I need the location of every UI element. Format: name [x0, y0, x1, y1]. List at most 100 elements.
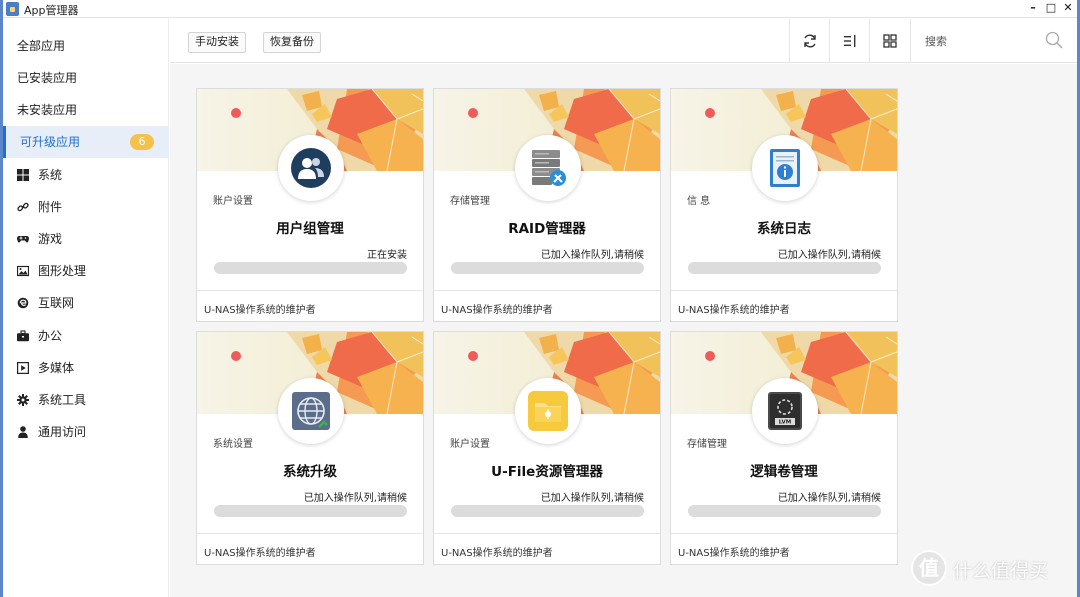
lvm-icon: LVM	[752, 378, 818, 444]
status-dot	[705, 351, 715, 361]
briefcase-icon	[17, 330, 29, 342]
install-status: 已加入操作队列,请稍候	[777, 493, 881, 504]
app-name: RAID管理器	[508, 221, 586, 237]
card-divider	[197, 290, 423, 291]
install-status: 已加入操作队列,请稍候	[540, 250, 644, 261]
minimize-icon[interactable]: –	[1026, 1, 1040, 15]
refresh-icon[interactable]	[789, 19, 829, 63]
globe-icon	[278, 378, 344, 444]
app-card-1[interactable]: 账户设置 用户组管理 正在安装 U-NAS操作系统的维护者	[196, 88, 424, 322]
sidebar-item-label: 图形处理	[38, 264, 87, 278]
app-category: 账户设置	[213, 196, 253, 207]
sidebar-item-internet[interactable]: 互联网	[3, 287, 169, 319]
sidebar-item-upgradable[interactable]: 可升级应用 6	[3, 126, 169, 158]
restore-backup-button[interactable]: 恢复备份	[263, 32, 321, 53]
list-view-icon[interactable]	[829, 19, 869, 63]
sidebar-item-label: 已安装应用	[17, 71, 78, 85]
user-group-icon	[278, 135, 344, 201]
status-dot	[705, 108, 715, 118]
sidebar-item-installed[interactable]: 已安装应用	[3, 62, 169, 94]
install-status: 正在安装	[367, 250, 407, 261]
status-dot	[468, 108, 478, 118]
log-icon	[752, 135, 818, 201]
sidebar-item-label: 系统工具	[38, 393, 87, 407]
progress-bar	[451, 505, 644, 517]
app-maintainer: U-NAS操作系统的维护者	[678, 548, 790, 559]
watermark-logo: 值	[911, 550, 947, 586]
install-status: 已加入操作队列,请稍候	[540, 493, 644, 504]
app-maintainer: U-NAS操作系统的维护者	[441, 548, 553, 559]
window-title: App管理器	[24, 4, 79, 17]
progress-bar	[688, 505, 881, 517]
install-status: 已加入操作队列,请稍候	[303, 493, 407, 504]
play-icon	[17, 362, 30, 375]
watermark-text: 什么值得买	[953, 560, 1049, 582]
maximize-icon[interactable]: □	[1044, 1, 1058, 15]
app-name: U-File资源管理器	[491, 464, 603, 480]
toolbar: 手动安装 恢复备份	[170, 19, 1077, 63]
close-icon[interactable]: ✕	[1061, 1, 1075, 15]
app-card-5[interactable]: 账户设置 U-File资源管理器 已加入操作队列,请稍候 U-NAS操作系统的维…	[433, 331, 661, 565]
app-category: 存储管理	[687, 439, 727, 450]
card-divider	[434, 533, 660, 534]
app-card-4[interactable]: 系统设置 系统升级 已加入操作队列,请稍候 U-NAS操作系统的维护者	[196, 331, 424, 565]
watermark: 值 什么值得买	[911, 550, 1080, 590]
app-category: 账户设置	[450, 439, 490, 450]
status-dot	[231, 108, 241, 118]
sidebar-item-universal-access[interactable]: 通用访问	[3, 416, 169, 448]
sidebar-item-accessories[interactable]: 附件	[3, 191, 169, 223]
sidebar-item-label: 附件	[38, 200, 63, 214]
sidebar-item-all-apps[interactable]: 全部应用	[3, 30, 169, 62]
manual-install-button[interactable]: 手动安装	[188, 32, 246, 53]
app-manager-icon	[6, 2, 19, 16]
sidebar-item-games[interactable]: 游戏	[3, 223, 169, 255]
sidebar-item-label: 可升级应用	[20, 135, 81, 149]
sidebar-item-label: 未安装应用	[17, 103, 78, 117]
link-icon	[17, 201, 29, 213]
gamepad-icon	[17, 233, 29, 245]
app-maintainer: U-NAS操作系统的维护者	[204, 305, 316, 316]
title-bar: App管理器 – □ ✕	[3, 0, 1077, 18]
progress-bar	[451, 262, 644, 274]
app-category: 存储管理	[450, 196, 490, 207]
windows-icon	[17, 169, 29, 181]
sidebar-item-not-installed[interactable]: 未安装应用	[3, 94, 169, 126]
app-card-2[interactable]: 存储管理 RAID管理器 已加入操作队列,请稍候 U-NAS操作系统的维护者	[433, 88, 661, 322]
search-input[interactable]	[925, 32, 1040, 50]
sidebar-item-graphics[interactable]: 图形处理	[3, 255, 169, 287]
gear-icon	[17, 394, 29, 406]
status-dot	[231, 351, 241, 361]
app-maintainer: U-NAS操作系统的维护者	[441, 305, 553, 316]
app-card-6[interactable]: LVM 存储管理 逻辑卷管理 已加入操作队列,请稍候 U-NAS操作系统的维护者	[670, 331, 898, 565]
sidebar-item-multimedia[interactable]: 多媒体	[3, 352, 169, 384]
app-category: 信 息	[687, 196, 711, 207]
card-divider	[671, 533, 897, 534]
image-icon	[16, 265, 30, 277]
sidebar-item-label: 互联网	[38, 296, 75, 310]
raid-icon	[515, 135, 581, 201]
progress-bar	[688, 262, 881, 274]
sidebar-item-label: 通用访问	[38, 425, 87, 439]
count-badge: 6	[130, 134, 154, 150]
install-status: 已加入操作队列,请稍候	[777, 250, 881, 261]
app-name: 用户组管理	[276, 221, 344, 237]
app-category: 系统设置	[213, 439, 253, 450]
sidebar-item-label: 多媒体	[38, 361, 75, 375]
app-name: 系统日志	[757, 221, 811, 237]
sidebar-item-label: 全部应用	[17, 39, 66, 53]
app-name: 系统升级	[283, 464, 337, 480]
sidebar-item-system[interactable]: 系统	[3, 159, 169, 191]
sidebar-item-system-tools[interactable]: 系统工具	[3, 384, 169, 416]
grid-view-icon[interactable]	[869, 19, 909, 63]
user-icon	[17, 426, 29, 438]
app-maintainer: U-NAS操作系统的维护者	[204, 548, 316, 559]
sidebar-item-label: 办公	[38, 329, 63, 343]
internet-icon	[17, 297, 29, 309]
sidebar-item-label: 系统	[38, 168, 63, 182]
sidebar-item-office[interactable]: 办公	[3, 320, 169, 352]
app-card-3[interactable]: 信 息 系统日志 已加入操作队列,请稍候 U-NAS操作系统的维护者	[670, 88, 898, 322]
folder-icon	[515, 378, 581, 444]
search-icon[interactable]	[1045, 31, 1063, 49]
app-name: 逻辑卷管理	[750, 464, 818, 480]
app-manager-window: App管理器 – □ ✕ 全部应用 已安装应用 未安装应用 可升级应用 6 系统	[0, 0, 1080, 597]
